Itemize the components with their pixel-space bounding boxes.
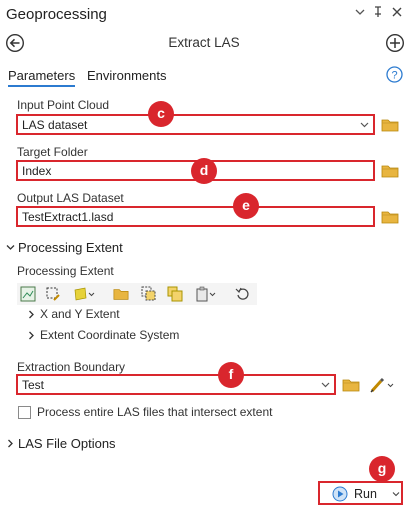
processing-extent-label: Processing Extent xyxy=(17,264,114,278)
target-folder-value: Index xyxy=(22,164,52,178)
output-las-dataset-value: TestExtract1.lasd xyxy=(22,210,114,224)
geoprocessing-pane: Geoprocessing Extract LAS Parameters Env… xyxy=(0,0,408,509)
pin-icon[interactable] xyxy=(373,6,383,21)
paste-extent-icon[interactable] xyxy=(195,286,217,302)
las-file-options-section[interactable]: LAS File Options xyxy=(18,436,116,451)
layer-extent-icon[interactable] xyxy=(73,286,95,302)
help-icon[interactable]: ? xyxy=(386,66,403,83)
input-point-cloud-label: Input Point Cloud xyxy=(17,98,110,112)
callout-g: g xyxy=(369,456,395,482)
tab-parameters[interactable]: Parameters xyxy=(8,68,76,87)
run-label: Run xyxy=(354,487,377,501)
browse-folder-icon[interactable] xyxy=(381,209,399,225)
chevron-right-icon[interactable] xyxy=(27,331,36,340)
add-icon[interactable] xyxy=(385,33,405,53)
chevron-right-icon[interactable] xyxy=(27,310,36,319)
callout-f: f xyxy=(218,362,244,388)
browse-folder-icon[interactable] xyxy=(113,286,129,302)
sketch-pencil-icon[interactable] xyxy=(369,376,397,394)
chevron-down-icon[interactable] xyxy=(321,380,330,389)
union-extent-icon[interactable] xyxy=(167,286,183,302)
input-point-cloud-value: LAS dataset xyxy=(22,118,88,132)
tool-header: Extract LAS xyxy=(0,30,408,58)
tool-name: Extract LAS xyxy=(168,35,240,50)
svg-text:?: ? xyxy=(391,70,397,82)
chevron-down-icon[interactable] xyxy=(6,243,15,252)
process-entire-las-label: Process entire LAS files that intersect … xyxy=(37,405,273,419)
extent-toolbar xyxy=(17,283,257,305)
process-entire-las-checkbox[interactable] xyxy=(18,406,31,419)
output-las-dataset-label: Output LAS Dataset xyxy=(17,191,124,205)
browse-folder-icon[interactable] xyxy=(342,377,360,393)
extraction-boundary-label: Extraction Boundary xyxy=(17,360,126,374)
tab-environments[interactable]: Environments xyxy=(87,68,166,83)
run-play-icon xyxy=(332,486,348,502)
browse-folder-icon[interactable] xyxy=(381,163,399,179)
extraction-boundary-value: Test xyxy=(22,378,45,392)
options-dropdown-icon[interactable] xyxy=(355,6,365,20)
extraction-boundary-dropdown[interactable]: Test xyxy=(16,374,336,395)
callout-d: d xyxy=(191,158,217,184)
chevron-down-icon[interactable] xyxy=(392,490,400,498)
callout-c: c xyxy=(148,101,174,127)
reset-icon[interactable] xyxy=(235,286,251,302)
draw-extent-icon[interactable] xyxy=(45,286,61,302)
intersection-extent-icon[interactable] xyxy=(141,286,157,302)
chevron-right-icon[interactable] xyxy=(6,439,15,448)
tab-strip: Parameters Environments xyxy=(0,64,408,88)
processing-extent-section[interactable]: Processing Extent xyxy=(18,240,123,255)
callout-e: e xyxy=(233,193,259,219)
xy-extent-expander[interactable]: X and Y Extent xyxy=(40,307,120,321)
chevron-down-icon[interactable] xyxy=(360,120,369,129)
current-display-extent-icon[interactable] xyxy=(20,286,36,302)
pane-title-bar: Geoprocessing xyxy=(0,0,408,30)
extent-coordinate-system-expander[interactable]: Extent Coordinate System xyxy=(40,328,179,342)
input-point-cloud-dropdown[interactable]: LAS dataset xyxy=(16,114,375,135)
browse-folder-icon[interactable] xyxy=(381,117,399,133)
target-folder-label: Target Folder xyxy=(17,145,88,159)
close-icon[interactable] xyxy=(392,6,402,20)
pane-title: Geoprocessing xyxy=(6,6,107,23)
output-las-dataset-field[interactable]: TestExtract1.lasd xyxy=(16,206,375,227)
run-button[interactable]: Run xyxy=(318,481,403,505)
